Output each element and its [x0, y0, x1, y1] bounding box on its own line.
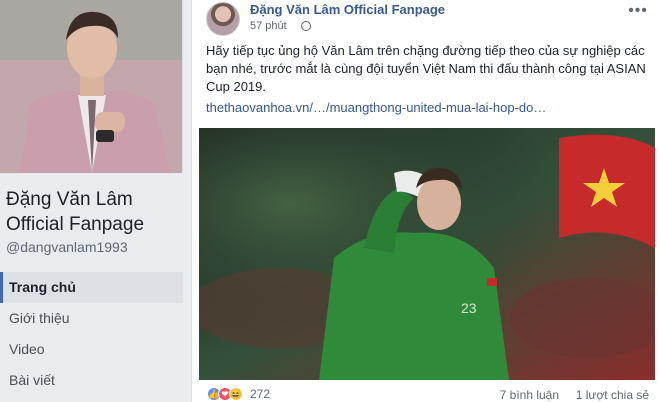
post-author[interactable]: Đặng Văn Lâm Official Fanpage: [250, 2, 445, 17]
haha-icon: 😆: [229, 387, 243, 401]
post-link[interactable]: thethaovanhoa.vn/…/muangthong-united-mua…: [206, 100, 546, 115]
more-icon[interactable]: •••: [628, 2, 648, 20]
svg-text:23: 23: [461, 300, 477, 316]
nav-item-posts[interactable]: Bài viết: [0, 365, 183, 396]
left-column: Đặng Văn Lâm Official Fanpage @dangvanla…: [0, 0, 191, 402]
page-nav: Trang chủ Giới thiệu Video Bài viết: [0, 272, 183, 396]
globe-icon: [301, 21, 311, 31]
profile-photo[interactable]: [0, 0, 183, 173]
page-handle[interactable]: @dangvanlam1993: [6, 239, 128, 255]
reactions[interactable]: 👍 ❤ 😆 272: [207, 387, 270, 401]
author-avatar[interactable]: [206, 2, 240, 36]
post-card: Đặng Văn Lâm Official Fanpage 57 phút ••…: [191, 0, 660, 402]
post-stats: 7 bình luận 1 lượt chia sẻ: [500, 388, 649, 402]
shares-count[interactable]: 1 lượt chia sẻ: [576, 388, 649, 402]
post-time[interactable]: 57 phút: [250, 20, 287, 32]
comments-count[interactable]: 7 bình luận: [500, 388, 559, 402]
nav-item-home[interactable]: Trang chủ: [0, 272, 183, 303]
post-text: Hãy tiếp tục ủng hộ Văn Lâm trên chặng đ…: [206, 43, 646, 94]
reaction-count[interactable]: 272: [250, 387, 270, 401]
page-name[interactable]: Đặng Văn Lâm Official Fanpage: [6, 187, 186, 237]
post-footer: 👍 ❤ 😆 272 7 bình luận 1 lượt chia sẻ: [192, 384, 660, 402]
nav-item-about[interactable]: Giới thiệu: [0, 303, 183, 334]
post-image[interactable]: 23: [199, 128, 655, 380]
nav-item-video[interactable]: Video: [0, 334, 183, 365]
